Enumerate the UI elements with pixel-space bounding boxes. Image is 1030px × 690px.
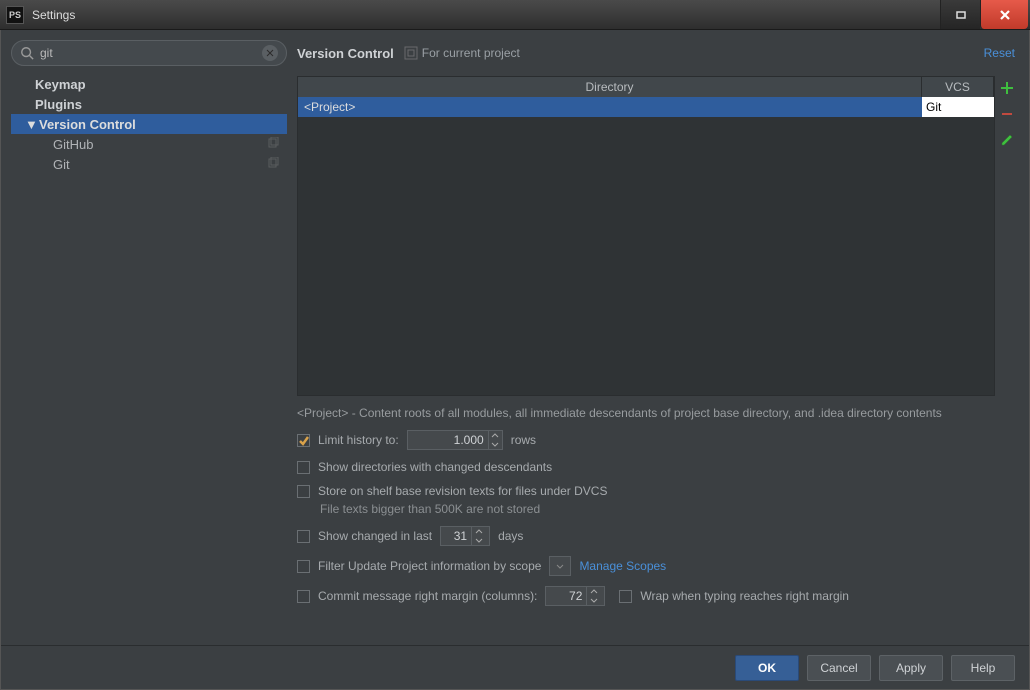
search-input[interactable] [40,46,262,60]
tree-item-keymap[interactable]: Keymap [11,74,287,94]
clear-search-button[interactable] [262,45,278,61]
scope-combo[interactable] [549,556,571,576]
add-mapping-button[interactable] [999,80,1015,96]
column-header-directory[interactable]: Directory [298,77,922,97]
tree-item-plugins[interactable]: Plugins [11,94,287,114]
stepper-up-icon[interactable] [472,527,485,536]
cell-vcs-select[interactable]: Git [922,97,994,117]
tree-item-version-control[interactable]: ▼ Version Control [11,114,287,134]
cancel-button[interactable]: Cancel [807,655,871,681]
apply-button[interactable]: Apply [879,655,943,681]
limit-history-spinner[interactable] [407,430,503,450]
window-title: Settings [32,8,940,22]
title-bar: PS Settings [0,0,1030,30]
commit-margin-input[interactable] [546,589,586,603]
filter-scope-label: Filter Update Project information by sco… [318,559,541,573]
limit-history-input[interactable] [408,433,488,447]
right-panel: Version Control For current project Rese… [287,40,1019,645]
tree-item-github[interactable]: GitHub [11,134,287,154]
show-changed-label-pre: Show changed in last [318,529,432,543]
show-dirs-label: Show directories with changed descendant… [318,460,552,474]
limit-history-checkbox[interactable] [297,434,310,447]
reset-link[interactable]: Reset [984,46,1015,60]
tree-label: Keymap [35,77,86,92]
store-shelf-checkbox[interactable] [297,485,310,498]
tree-label: GitHub [53,137,93,152]
table-row[interactable]: <Project> Git [298,97,994,117]
show-changed-checkbox[interactable] [297,530,310,543]
show-changed-input[interactable] [441,529,471,543]
limit-history-label: Limit history to: [318,433,399,447]
wrap-margin-checkbox[interactable] [619,590,632,603]
minimize-button[interactable] [940,0,980,29]
commit-margin-checkbox[interactable] [297,590,310,603]
settings-tree: Keymap Plugins ▼ Version Control GitHub … [11,74,287,174]
search-icon [20,46,34,60]
remove-mapping-button[interactable] [999,106,1015,122]
search-field-wrap [11,40,287,66]
filter-scope-checkbox[interactable] [297,560,310,573]
tree-label: Plugins [35,97,82,112]
show-dirs-checkbox[interactable] [297,461,310,474]
panel-title: Version Control [297,46,394,61]
tree-label: Git [53,157,70,172]
left-panel: Keymap Plugins ▼ Version Control GitHub … [11,40,287,645]
stepper-down-icon[interactable] [472,536,485,545]
project-scope-icon [404,46,418,60]
wrap-margin-label: Wrap when typing reaches right margin [640,589,849,603]
commit-margin-spinner[interactable] [545,586,605,606]
cell-directory: <Project> [298,97,922,117]
stepper-down-icon[interactable] [587,596,600,605]
dialog-button-bar: OK Cancel Apply Help [1,645,1029,689]
ok-button[interactable]: OK [735,655,799,681]
show-changed-spinner[interactable] [440,526,490,546]
edit-mapping-button[interactable] [999,132,1015,148]
manage-scopes-link[interactable]: Manage Scopes [579,559,666,573]
stepper-up-icon[interactable] [587,587,600,596]
vcs-mapping-table: Directory VCS <Project> Git [297,76,995,396]
project-hint: <Project> - Content roots of all modules… [297,406,1019,420]
store-shelf-label: Store on shelf base revision texts for f… [318,484,607,498]
panel-scope: For current project [422,46,520,60]
help-button[interactable]: Help [951,655,1015,681]
tree-item-git[interactable]: Git [11,154,287,174]
show-changed-label-post: days [498,529,523,543]
stepper-up-icon[interactable] [489,431,502,440]
app-icon: PS [6,6,24,24]
commit-margin-label: Commit message right margin (columns): [318,589,537,603]
expand-arrow-icon: ▼ [25,117,35,132]
limit-history-unit: rows [511,433,536,447]
copy-icon [267,137,279,152]
close-button[interactable] [980,0,1028,29]
stepper-down-icon[interactable] [489,440,502,449]
store-shelf-hint: File texts bigger than 500K are not stor… [320,502,1019,516]
panel-header: Version Control For current project Rese… [297,40,1019,66]
column-header-vcs[interactable]: VCS [922,77,994,97]
tree-label: Version Control [39,117,136,132]
copy-icon [267,157,279,172]
